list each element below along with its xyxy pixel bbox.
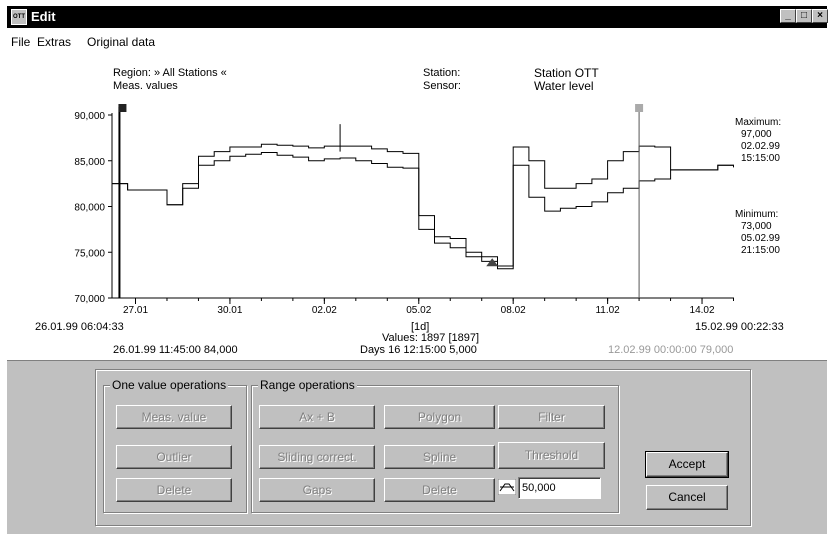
x-tick-label: 14.02 bbox=[690, 305, 715, 316]
menu-extras[interactable]: Extras bbox=[37, 35, 71, 49]
sliding-correct-button[interactable]: Sliding correct. bbox=[259, 445, 375, 469]
polygon-button[interactable]: Polygon bbox=[384, 405, 495, 429]
minimize-button[interactable]: _ bbox=[780, 9, 796, 23]
menu-bar: File Extras Original data bbox=[7, 33, 827, 51]
y-tick-label: 90,000 bbox=[74, 111, 105, 122]
series-1-line bbox=[111, 143, 734, 267]
range-title: Range operations bbox=[258, 378, 357, 392]
title-bar: OTT Edit _ □ × bbox=[7, 6, 828, 28]
menu-file[interactable]: File bbox=[11, 35, 30, 49]
x-tick-label: 02.02 bbox=[312, 305, 337, 316]
cancel-button[interactable]: Cancel bbox=[646, 485, 728, 510]
app-icon: OTT bbox=[11, 9, 27, 25]
series-2-line bbox=[111, 152, 734, 270]
spline-button[interactable]: Spline bbox=[384, 445, 495, 469]
operations-panel: One value operations Range operations Me… bbox=[7, 361, 827, 534]
x-tick-label: 30.01 bbox=[217, 305, 242, 316]
days-readout: Days 16 12:15:00 5,000 bbox=[360, 344, 477, 356]
right-cursor-handle bbox=[635, 104, 644, 112]
accept-button[interactable]: Accept bbox=[645, 451, 729, 478]
x-tick-label: 08.02 bbox=[501, 305, 526, 316]
x-tick-label: 11.02 bbox=[595, 305, 620, 316]
threshold-input[interactable] bbox=[518, 477, 601, 499]
window-title: Edit bbox=[31, 9, 56, 24]
one-value-title: One value operations bbox=[110, 378, 229, 392]
water-level-chart[interactable]: 90,000 85,000 80,000 75,000 70,000 27.01 30.01… bbox=[7, 55, 827, 360]
end-datetime: 15.02.99 00:22:33 bbox=[695, 321, 784, 333]
right-cursor-readout: 12.02.99 00:00:00 79,000 bbox=[608, 344, 734, 356]
maximize-button[interactable]: □ bbox=[796, 9, 812, 23]
meas-value-button[interactable]: Meas. value bbox=[116, 405, 232, 429]
x-tick-label: 27.01 bbox=[123, 305, 148, 316]
y-tick-label: 85,000 bbox=[74, 157, 105, 168]
x-tick-label: 05.02 bbox=[406, 305, 431, 316]
outlier-button[interactable]: Outlier bbox=[116, 445, 232, 469]
threshold-icon bbox=[498, 479, 516, 495]
minimum-marker bbox=[486, 258, 499, 267]
threshold-button[interactable]: Threshold bbox=[498, 442, 605, 469]
gaps-button[interactable]: Gaps bbox=[259, 478, 375, 502]
values-count: Values: 1897 [1897] bbox=[382, 332, 480, 344]
delete-value-button[interactable]: Delete bbox=[116, 478, 232, 502]
close-button[interactable]: × bbox=[812, 9, 828, 23]
y-tick-label: 75,000 bbox=[74, 248, 105, 259]
y-tick-label: 70,000 bbox=[74, 294, 105, 305]
start-datetime: 26.01.99 06:04:33 bbox=[35, 321, 124, 333]
axb-button[interactable]: Ax + B bbox=[259, 405, 375, 429]
delete-range-button[interactable]: Delete bbox=[384, 478, 495, 502]
left-cursor-readout: 26.01.99 11:45:00 84,000 bbox=[113, 344, 238, 356]
y-tick-label: 80,000 bbox=[74, 203, 105, 214]
menu-original-data[interactable]: Original data bbox=[87, 35, 155, 49]
left-cursor-handle bbox=[118, 104, 127, 112]
chart-area: Region: » All Stations « Meas. values St… bbox=[7, 55, 827, 361]
filter-button[interactable]: Filter bbox=[498, 405, 605, 429]
